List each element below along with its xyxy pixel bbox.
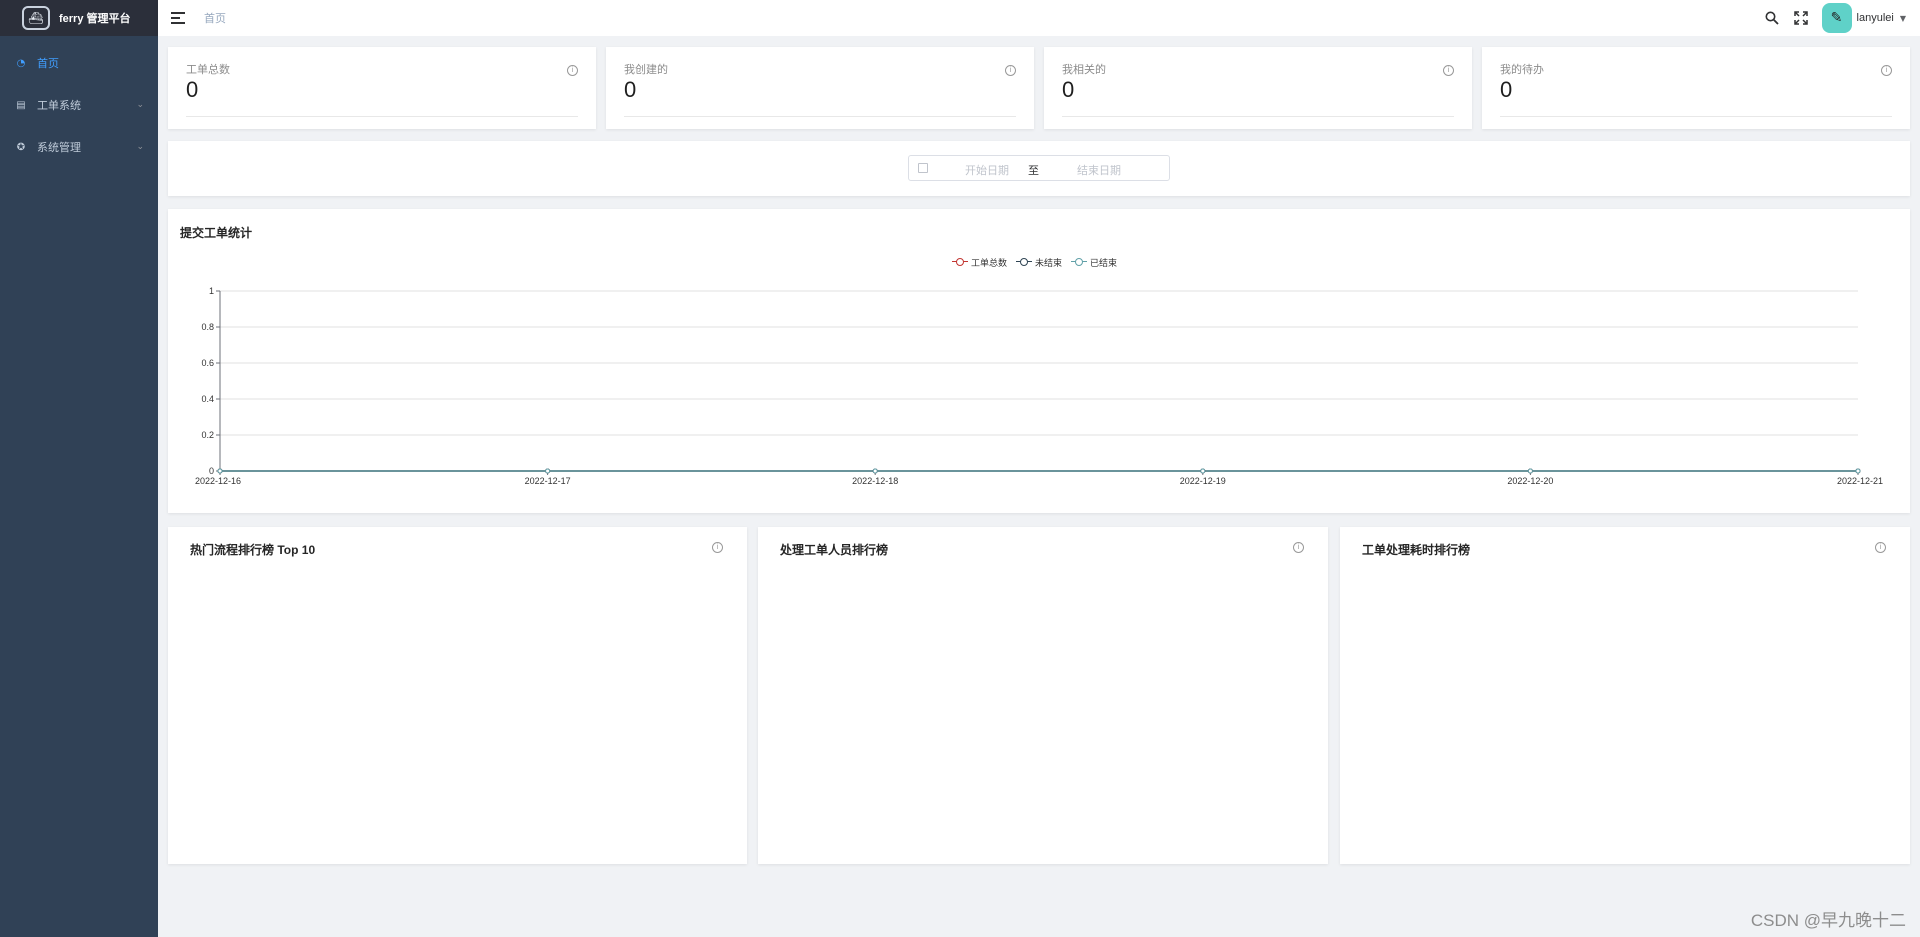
stat-value: 0: [624, 77, 637, 102]
ranking-card-top-flows: 热门流程排行榜 Top 10 i: [168, 527, 747, 864]
main-content: 工单总数 i 0 我创建的 i 0 我相关的 i 0 我的待办 i 0 开始日期…: [158, 36, 1920, 937]
end-date-input[interactable]: 结束日期: [1069, 162, 1129, 178]
dashboard-icon: ◔: [16, 57, 26, 69]
calendar-icon: [918, 163, 928, 173]
avatar[interactable]: ✎: [1821, 3, 1852, 33]
info-icon[interactable]: i: [1005, 65, 1016, 76]
info-icon[interactable]: i: [1293, 542, 1304, 553]
breadcrumb[interactable]: 首页: [204, 10, 226, 26]
caret-down-icon[interactable]: ▼: [1900, 14, 1906, 23]
x-tick-label: 2022-12-17: [525, 476, 571, 486]
y-tick-label: 0.8: [201, 322, 214, 332]
stat-value: 0: [1500, 77, 1513, 102]
info-icon[interactable]: i: [712, 542, 723, 553]
data-point[interactable]: [1855, 468, 1861, 474]
date-filter-card: 开始日期 至 结束日期: [168, 141, 1910, 196]
ranking-card-duration: 工单处理耗时排行榜 i: [1340, 527, 1910, 864]
data-point[interactable]: [872, 468, 878, 474]
range-separator: 至: [1028, 165, 1039, 177]
sidebar: ⛴ ferry 管理平台 ◔ 首页 ▤ 工单系统 ⌄ ✪ 系统管理 ⌄: [0, 0, 158, 937]
ranking-title: 工单处理耗时排行榜: [1362, 543, 1471, 557]
y-tick-label: 0.2: [201, 430, 214, 440]
navbar-right: ✎ lanyulei ▼: [1764, 0, 1906, 36]
data-point[interactable]: [217, 468, 223, 474]
line-chart: 0 0.2 0.4 0.6 0.8 1 2022-12-16 2022-12-17 2022-1…: [195, 286, 1883, 486]
stat-card-total: 工单总数 i 0: [168, 47, 596, 129]
ticket-icon: ▤: [16, 99, 26, 111]
top-navbar: 首页 ✎ lanyulei ▼: [158, 0, 1920, 36]
x-tick-label: 2022-12-18: [852, 476, 898, 486]
y-tick-label: 0.6: [201, 358, 214, 368]
divider: [1500, 116, 1892, 117]
x-tick-label: 2022-12-19: [1180, 476, 1226, 486]
y-tick-label: 0: [209, 466, 214, 476]
sidebar-item-home[interactable]: ◔ 首页: [0, 42, 158, 84]
logo[interactable]: ⛴ ferry 管理平台: [0, 0, 158, 36]
app-title: ferry 管理平台: [59, 13, 131, 25]
x-tick-label: 2022-12-20: [1507, 476, 1553, 486]
logo-icon: ⛴: [22, 6, 50, 30]
stat-title: 我创建的: [624, 64, 668, 76]
stat-card-created: 我创建的 i 0: [606, 47, 1034, 129]
date-range-picker[interactable]: 开始日期 至 结束日期: [908, 155, 1170, 181]
data-point[interactable]: [1200, 468, 1206, 474]
ranking-title: 热门流程排行榜 Top 10: [190, 543, 316, 557]
settings-icon: ✪: [16, 141, 26, 153]
x-tick-label: 2022-12-16: [195, 476, 241, 486]
chevron-down-icon: ⌄: [136, 142, 144, 152]
y-tick-label: 1: [209, 286, 214, 296]
stat-title: 我相关的: [1062, 64, 1106, 76]
info-icon[interactable]: i: [1875, 542, 1886, 553]
fullscreen-icon[interactable]: [1793, 10, 1809, 26]
stat-title: 我的待办: [1500, 64, 1544, 76]
sidebar-item-label: 工单系统: [37, 100, 81, 112]
stat-card-related: 我相关的 i 0: [1044, 47, 1472, 129]
divider: [624, 116, 1016, 117]
stat-value: 0: [186, 77, 199, 102]
info-icon[interactable]: i: [1881, 65, 1892, 76]
sidebar-item-system-management[interactable]: ✪ 系统管理 ⌄: [0, 126, 158, 168]
username[interactable]: lanyulei: [1857, 12, 1894, 24]
ranking-title: 处理工单人员排行榜: [780, 543, 889, 557]
divider: [186, 116, 578, 117]
sidebar-item-ticket-system[interactable]: ▤ 工单系统 ⌄: [0, 84, 158, 126]
ranking-card-handlers: 处理工单人员排行榜 i: [758, 527, 1328, 864]
stat-title: 工单总数: [186, 64, 230, 76]
info-icon[interactable]: i: [1443, 65, 1454, 76]
search-icon[interactable]: [1764, 10, 1780, 26]
sidebar-item-label: 系统管理: [37, 142, 81, 154]
data-point[interactable]: [545, 468, 551, 474]
start-date-input[interactable]: 开始日期: [957, 162, 1017, 178]
sidebar-item-label: 首页: [37, 58, 59, 70]
hamburger-icon[interactable]: [171, 12, 185, 24]
divider: [1062, 116, 1454, 117]
data-point[interactable]: [1527, 468, 1533, 474]
chevron-down-icon: ⌄: [136, 100, 144, 110]
stat-card-todo: 我的待办 i 0: [1482, 47, 1910, 129]
x-tick-label: 2022-12-21: [1837, 476, 1883, 486]
info-icon[interactable]: i: [567, 65, 578, 76]
stat-value: 0: [1062, 77, 1075, 102]
watermark: CSDN @早九晚十二: [1750, 911, 1906, 930]
sidebar-menu: ◔ 首页 ▤ 工单系统 ⌄ ✪ 系统管理 ⌄: [0, 42, 158, 168]
y-tick-label: 0.4: [201, 394, 214, 404]
